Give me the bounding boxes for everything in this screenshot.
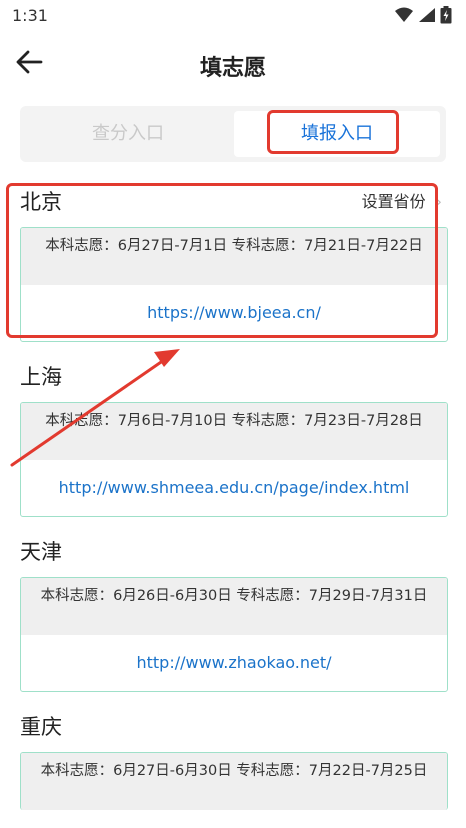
- application-url-link[interactable]: https://www.bjeea.cn/: [21, 285, 447, 341]
- application-url-link[interactable]: http://www.zhaokao.net/: [21, 635, 447, 691]
- application-url-link[interactable]: http://www.shmeea.edu.cn/page/index.html: [21, 460, 447, 516]
- application-dates: 本科志愿：6月26日-6月30日 专科志愿：7月29日-7月31日: [21, 578, 447, 635]
- signal-icon: [419, 8, 435, 22]
- page-title: 填志愿: [199, 56, 266, 81]
- region-card-shanghai: 本科志愿：7月6日-7月10日 专科志愿：7月23日-7月28日 http://…: [20, 402, 448, 517]
- application-dates: 本科志愿：6月27日-6月30日 专科志愿：7月22日-7月25日: [21, 753, 447, 810]
- region-title-chongqing: 重庆: [20, 715, 62, 739]
- region-card-beijing: 本科志愿：6月27日-7月1日 专科志愿：7月21日-7月22日 https:/…: [20, 227, 448, 342]
- entry-tabs: 查分入口 填报入口: [20, 106, 446, 162]
- tab-score-query[interactable]: 查分入口: [25, 111, 231, 157]
- wifi-icon: [395, 7, 413, 22]
- tab-application-entry[interactable]: 填报入口: [234, 111, 440, 157]
- region-card-chongqing: 本科志愿：6月27日-6月30日 专科志愿：7月22日-7月25日: [20, 752, 448, 810]
- application-dates: 本科志愿：6月27日-7月1日 专科志愿：7月21日-7月22日: [21, 228, 447, 285]
- region-title-beijing: 北京: [20, 190, 62, 214]
- status-bar: 1:31: [0, 0, 466, 32]
- app-header: 填志愿: [0, 40, 466, 84]
- battery-icon: [440, 6, 452, 24]
- application-dates: 本科志愿：7月6日-7月10日 专科志愿：7月23日-7月28日: [21, 403, 447, 460]
- set-province-button[interactable]: 设置省份 ›: [362, 188, 442, 212]
- region-title-tianjin: 天津: [20, 540, 62, 564]
- region-card-tianjin: 本科志愿：6月26日-6月30日 专科志愿：7月29日-7月31日 http:/…: [20, 577, 448, 692]
- region-title-shanghai: 上海: [20, 365, 62, 389]
- set-province-label: 设置省份: [361, 192, 426, 211]
- status-time: 1:31: [12, 6, 48, 25]
- status-icons: [394, 6, 452, 24]
- chevron-right-icon: ›: [435, 192, 442, 211]
